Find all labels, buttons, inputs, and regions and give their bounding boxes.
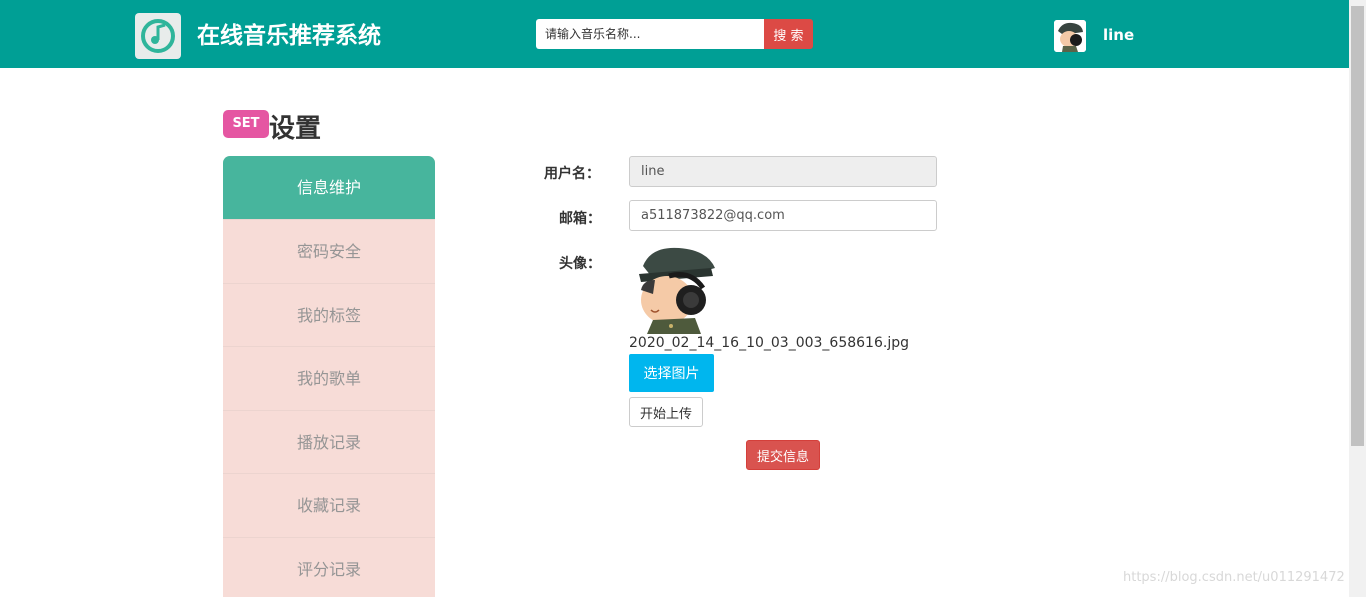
top-navbar: 在线音乐推荐系统 搜 索 line [0,0,1349,68]
email-field[interactable] [629,200,937,231]
header-username[interactable]: line [1103,26,1134,44]
settings-sidebar: 信息维护 密码安全 我的标签 我的歌单 播放记录 收藏记录 评分记录 [223,156,435,597]
search-input[interactable] [536,19,765,49]
choose-image-button[interactable]: 选择图片 [629,354,714,392]
username-field[interactable] [629,156,937,187]
username-label: 用户名： [544,166,600,182]
watermark-text: https://blog.csdn.net/u011291472 [1123,570,1345,585]
sidebar-item-play-history[interactable]: 播放记录 [223,410,435,473]
avatar-filename: 2020_02_14_16_10_03_003_658616.jpg [629,335,909,351]
scrollbar-thumb[interactable] [1351,6,1364,446]
sidebar-item-password[interactable]: 密码安全 [223,219,435,282]
sidebar-item-playlists[interactable]: 我的歌单 [223,346,435,409]
submit-info-button[interactable]: 提交信息 [746,440,820,470]
user-avatar[interactable] [1054,20,1086,52]
sidebar-item-ratings[interactable]: 评分记录 [223,537,435,597]
avatar-preview [629,246,719,334]
sidebar-item-favorites[interactable]: 收藏记录 [223,473,435,536]
search-button[interactable]: 搜 索 [764,19,813,49]
sidebar-item-tags[interactable]: 我的标签 [223,283,435,346]
email-label: 邮箱： [559,211,601,227]
app-title[interactable]: 在线音乐推荐系统 [197,16,381,50]
avatar-label: 头像： [559,256,601,272]
app-logo-icon[interactable] [135,13,181,59]
sidebar-item-info[interactable]: 信息维护 [223,156,435,219]
set-badge: SET [223,110,269,138]
page-title: 设置 [269,114,322,144]
start-upload-button[interactable]: 开始上传 [629,397,703,427]
